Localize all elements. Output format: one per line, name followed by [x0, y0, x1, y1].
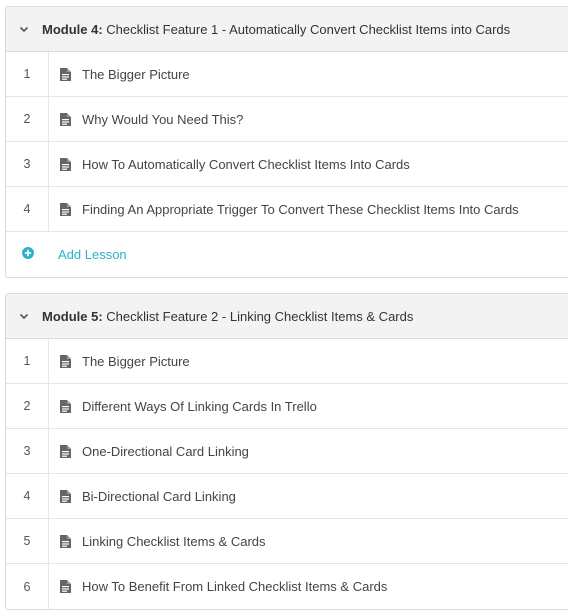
document-icon [60, 580, 72, 594]
module-5-header[interactable]: Module 5: Checklist Feature 2 - Linking … [6, 294, 568, 339]
document-icon [60, 489, 72, 503]
lesson-row[interactable]: 1 The Bigger Picture [6, 339, 568, 384]
add-lesson-button[interactable]: Add Lesson [58, 247, 127, 262]
module-5-section: Module 5: Checklist Feature 2 - Linking … [5, 293, 568, 610]
lesson-row[interactable]: 3 One-Directional Card Linking [6, 429, 568, 474]
lesson-row[interactable]: 3 How To Automatically Convert Checklist… [6, 142, 568, 187]
lesson-row[interactable]: 5 Linking Checklist Items & Cards [6, 519, 568, 564]
document-icon [60, 67, 72, 81]
lesson-title[interactable]: Different Ways Of Linking Cards In Trell… [82, 399, 317, 414]
lesson-title[interactable]: How To Benefit From Linked Checklist Ite… [82, 579, 387, 594]
document-icon [60, 202, 72, 216]
module-4-section: Module 4: Checklist Feature 1 - Automati… [5, 6, 568, 278]
chevron-down-icon[interactable] [6, 26, 42, 33]
lesson-number: 2 [6, 97, 49, 141]
lesson-row[interactable]: 6 How To Benefit From Linked Checklist I… [6, 564, 568, 609]
lesson-row[interactable]: 2 Why Would You Need This? [6, 97, 568, 142]
module-4-name: Checklist Feature 1 - Automatically Conv… [106, 21, 511, 37]
module-5-label: Module 5: [42, 308, 103, 324]
chevron-down-icon[interactable] [6, 313, 42, 320]
lesson-title[interactable]: Bi-Directional Card Linking [82, 489, 236, 504]
lesson-title[interactable]: Finding An Appropriate Trigger To Conver… [82, 202, 519, 217]
document-icon [60, 157, 72, 171]
lesson-row[interactable]: 2 Different Ways Of Linking Cards In Tre… [6, 384, 568, 429]
document-icon [60, 112, 72, 126]
lesson-number: 2 [6, 384, 49, 428]
document-icon [60, 354, 72, 368]
lesson-title[interactable]: The Bigger Picture [82, 67, 190, 82]
lesson-number: 1 [6, 52, 49, 96]
lesson-title[interactable]: The Bigger Picture [82, 354, 190, 369]
lesson-number: 5 [6, 519, 49, 563]
lesson-number: 3 [6, 429, 49, 473]
lesson-title[interactable]: One-Directional Card Linking [82, 444, 249, 459]
lesson-row[interactable]: 4 Bi-Directional Card Linking [6, 474, 568, 519]
lesson-title[interactable]: How To Automatically Convert Checklist I… [82, 157, 410, 172]
add-lesson-icon-cell [6, 232, 49, 277]
lesson-number: 3 [6, 142, 49, 186]
plus-circle-icon[interactable] [21, 247, 34, 262]
document-icon [60, 534, 72, 548]
lesson-number: 1 [6, 339, 49, 383]
lesson-number: 4 [6, 474, 49, 518]
lesson-title[interactable]: Linking Checklist Items & Cards [82, 534, 266, 549]
module-4-label: Module 4: [42, 21, 103, 37]
lesson-number: 6 [6, 564, 49, 609]
module-4-header[interactable]: Module 4: Checklist Feature 1 - Automati… [6, 7, 568, 52]
module-5-title: Module 5: Checklist Feature 2 - Linking … [42, 309, 413, 324]
add-lesson-row[interactable]: Add Lesson [6, 232, 568, 277]
module-5-name: Checklist Feature 2 - Linking Checklist … [106, 308, 414, 324]
lesson-number: 4 [6, 187, 49, 231]
lesson-row[interactable]: 4 Finding An Appropriate Trigger To Conv… [6, 187, 568, 232]
curriculum-page: Module 4: Checklist Feature 1 - Automati… [0, 0, 568, 611]
module-4-title: Module 4: Checklist Feature 1 - Automati… [42, 22, 510, 37]
document-icon [60, 399, 72, 413]
document-icon [60, 444, 72, 458]
lesson-row[interactable]: 1 The Bigger Picture [6, 52, 568, 97]
lesson-title[interactable]: Why Would You Need This? [82, 112, 243, 127]
